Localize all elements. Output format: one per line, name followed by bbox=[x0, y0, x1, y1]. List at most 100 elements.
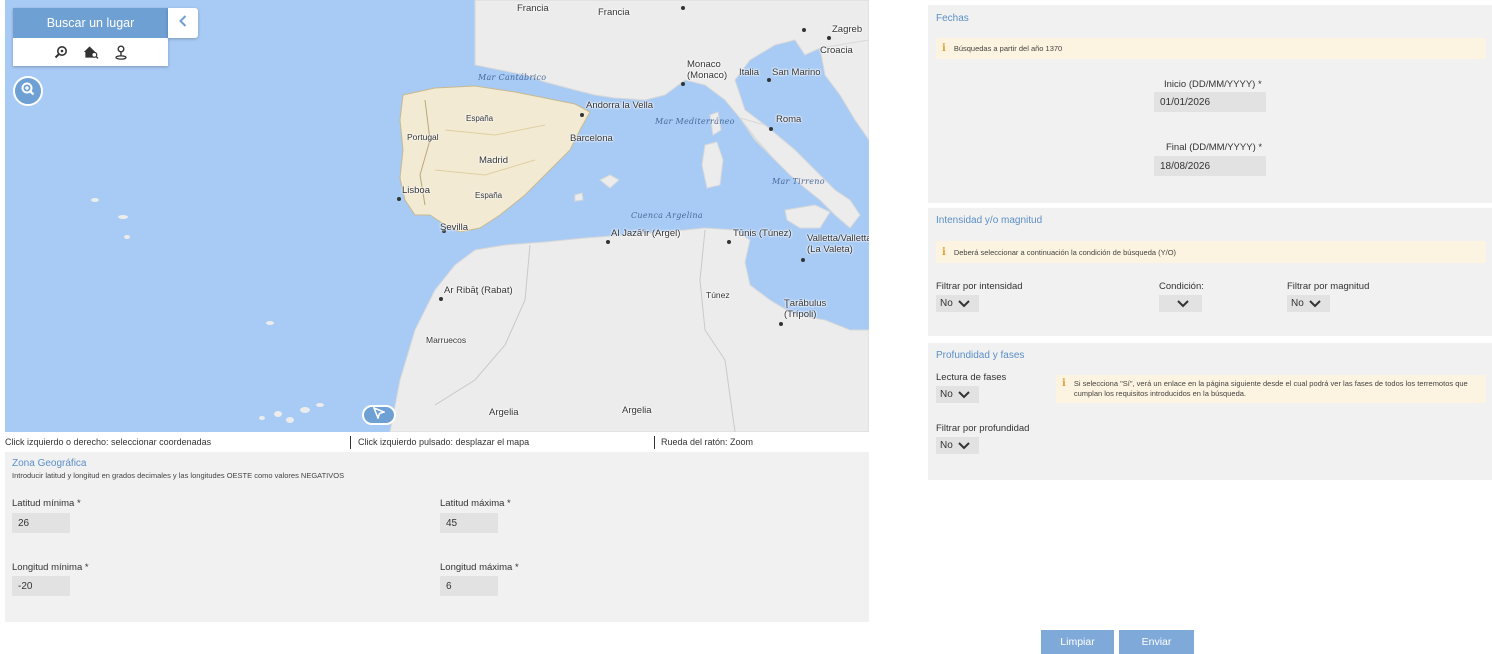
lat-min-label: Latitud mínima * bbox=[12, 498, 81, 509]
zoom-button[interactable] bbox=[13, 76, 43, 106]
city-barcelona: Barcelona bbox=[570, 133, 613, 144]
city-argel: Al Jazā'ir (Argel) bbox=[611, 228, 681, 239]
map-viewport[interactable]: Francia Francia Zagreb Croacia Monaco (M… bbox=[5, 0, 869, 432]
city-tarabulus: Ţarābulus bbox=[784, 298, 827, 309]
magnitude-select[interactable]: No bbox=[1287, 295, 1330, 312]
intensity-select-value: No bbox=[940, 298, 953, 309]
chevron-left-icon bbox=[179, 14, 187, 32]
intensity-select[interactable]: No bbox=[936, 295, 979, 312]
condition-select[interactable] bbox=[1159, 295, 1202, 312]
city-argelia: Argelia bbox=[489, 407, 519, 418]
city-dot bbox=[802, 28, 806, 32]
info-icon: i bbox=[942, 246, 946, 258]
lat-max-input[interactable]: 45 bbox=[440, 513, 498, 533]
end-date-label: Final (DD/MM/YYYY) * bbox=[1166, 142, 1263, 153]
city-marruecos: Marruecos bbox=[426, 335, 467, 345]
chevron-down-icon bbox=[958, 299, 970, 307]
city-andorra: Andorra la Vella bbox=[586, 100, 654, 111]
sea-cantabrico: Mar Cantábrico bbox=[478, 73, 547, 82]
page: Francia Francia Zagreb Croacia Monaco (M… bbox=[0, 0, 1492, 654]
city-dot bbox=[397, 197, 401, 201]
place-search-panel: Buscar un lugar bbox=[13, 8, 168, 66]
magnitude-filter-label: Filtrar por magnitud bbox=[1287, 281, 1370, 292]
chevron-down-icon bbox=[958, 441, 970, 449]
lat-min-input[interactable]: 26 bbox=[12, 513, 70, 533]
hint-select: Click izquierdo o derecho: seleccionar c… bbox=[5, 437, 212, 447]
zoom-in-icon bbox=[21, 82, 35, 101]
city-francia: Francia bbox=[517, 3, 549, 14]
city-zagreb: Zagreb bbox=[832, 24, 863, 35]
info-icon: i bbox=[1062, 378, 1066, 389]
city-portugal: Portugal bbox=[407, 132, 439, 142]
search-place-icon[interactable] bbox=[53, 44, 69, 60]
submit-button[interactable]: Enviar bbox=[1119, 630, 1194, 654]
city-italia: Italia bbox=[739, 67, 760, 78]
pin-icon[interactable] bbox=[113, 44, 129, 60]
intensidad-info-text: Deberá seleccionar a continuación la con… bbox=[953, 247, 1177, 257]
clear-button[interactable]: Limpiar bbox=[1041, 630, 1114, 654]
end-date-input[interactable]: 18/08/2026 bbox=[1154, 156, 1266, 176]
city-francia2: Francia bbox=[598, 7, 630, 18]
city-valeta: (La Valeta) bbox=[807, 244, 853, 255]
city-rabat: Ar Ribāţ (Rabat) bbox=[444, 285, 513, 296]
phases-label: Lectura de fases bbox=[936, 372, 1007, 383]
depth-select-value: No bbox=[940, 440, 953, 451]
depth-select[interactable]: No bbox=[936, 437, 979, 454]
start-date-input[interactable]: 01/01/2026 bbox=[1154, 92, 1266, 112]
sea-mediterraneo: Mar Mediterráneo bbox=[655, 117, 735, 126]
city-argelia2: Argelia bbox=[622, 405, 652, 416]
lon-max-input[interactable]: 6 bbox=[440, 576, 498, 596]
zona-geografica-section: Zona Geográfica Introducir latitud y lon… bbox=[5, 452, 869, 622]
fechas-info: i Búsquedas a partir del año 1370 bbox=[936, 38, 1486, 59]
city-madrid: Madrid bbox=[479, 155, 509, 166]
cursor-icon bbox=[372, 406, 387, 424]
city-espana: España bbox=[466, 114, 494, 123]
city-dot bbox=[681, 82, 685, 86]
city-monaco: Monaco bbox=[687, 59, 721, 70]
magnitude-select-value: No bbox=[1291, 298, 1304, 309]
chevron-down-icon bbox=[1309, 299, 1321, 307]
search-toolbar bbox=[13, 38, 168, 66]
select-area-button[interactable] bbox=[362, 405, 396, 425]
city-tripoli: (Trípoli) bbox=[784, 309, 817, 320]
city-dot bbox=[801, 258, 805, 262]
home-search-icon[interactable] bbox=[83, 44, 99, 60]
city-monaco2: (Monaco) bbox=[687, 70, 728, 81]
city-dot bbox=[769, 127, 773, 131]
intensidad-info: i Deberá seleccionar a continuación la c… bbox=[936, 241, 1486, 263]
place-search-title[interactable]: Buscar un lugar bbox=[13, 8, 168, 38]
fechas-info-text: Búsquedas a partir del año 1370 bbox=[953, 44, 1063, 53]
sea-tirreno: Mar Tirreno bbox=[772, 177, 825, 186]
lat-max-label: Latitud máxima * bbox=[440, 498, 511, 509]
lon-min-label: Longitud mínima * bbox=[12, 562, 89, 573]
phases-select[interactable]: No bbox=[936, 386, 979, 403]
city-valletta: Valletta/Valletta bbox=[807, 233, 869, 244]
city-dot bbox=[779, 322, 783, 326]
depth-filter-label: Filtrar por profundidad bbox=[936, 423, 1030, 434]
phases-select-value: No bbox=[940, 389, 953, 400]
zona-description: Introducir latitud y longitud en grados … bbox=[12, 471, 345, 480]
city-dot bbox=[681, 6, 685, 10]
profundidad-section: Profundidad y fases Lectura de fases No … bbox=[928, 343, 1492, 480]
city-lisboa: Lisboa bbox=[402, 185, 430, 196]
city-tunis: Tūnis (Túnez) bbox=[733, 228, 792, 239]
city-espana2: España bbox=[475, 191, 503, 200]
condition-label: Condición: bbox=[1159, 281, 1204, 292]
collapse-panel-button[interactable] bbox=[168, 8, 198, 38]
hint-separator bbox=[654, 436, 655, 449]
city-dot bbox=[606, 240, 610, 244]
profundidad-info: i Si selecciona "Sí", verá un enlace en … bbox=[1056, 375, 1486, 403]
city-roma: Roma bbox=[776, 114, 802, 125]
hint-pan: Click izquierdo pulsado: desplazar el ma… bbox=[358, 437, 530, 447]
chevron-down-icon bbox=[1176, 299, 1189, 307]
hint-zoom: Rueda del ratón: Zoom bbox=[661, 437, 754, 447]
profundidad-title: Profundidad y fases bbox=[936, 350, 1025, 361]
sea-argelina: Cuenca Argelina bbox=[631, 211, 703, 220]
city-dot bbox=[827, 36, 831, 40]
fechas-title: Fechas bbox=[936, 13, 969, 24]
lon-max-label: Longitud máxima * bbox=[440, 562, 519, 573]
city-sevilla: Sevilla bbox=[440, 222, 468, 233]
hint-separator bbox=[350, 436, 351, 449]
lon-min-input[interactable]: -20 bbox=[12, 576, 70, 596]
city-dot bbox=[727, 240, 731, 244]
